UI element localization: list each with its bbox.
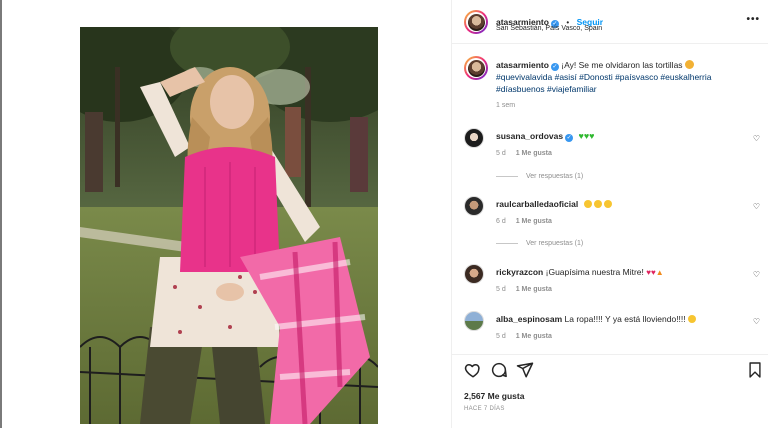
grimacing-emoji-icon (688, 315, 697, 323)
comment-body: ¡Guapísima nuestra Mitre! (545, 267, 644, 277)
heart-icon[interactable] (464, 361, 482, 379)
view-replies-button[interactable]: Ver respuestas (1) (496, 173, 583, 180)
caption-username[interactable]: atasarmiento (496, 60, 549, 70)
likes-count[interactable]: 2,567 Me gusta (464, 391, 524, 401)
verified-badge-icon: ✓ (565, 134, 574, 142)
comment-username[interactable]: susana_ordovas (496, 131, 563, 141)
view-replies-button[interactable]: Ver respuestas (1) (496, 240, 583, 247)
laughing-emoji-icon (583, 200, 592, 208)
laughing-emoji-icon (603, 200, 612, 208)
red-hearts-fire-emoji-icon: ♥♥ (646, 268, 656, 277)
author-avatar[interactable] (464, 10, 488, 34)
caption-text: ¡Ay! Se me olvidaron las tortillas (561, 60, 683, 70)
laughing-emoji-icon (593, 200, 602, 208)
comment-text: rickyrazcon ¡Guapísima nuestra Mitre! ♥♥… (496, 267, 746, 278)
view-replies-label: Ver respuestas (1) (526, 173, 584, 180)
post-photo[interactable] (80, 27, 378, 424)
comment-item: alba_espinosam La ropa!!!! Y ya está llo… (464, 311, 764, 351)
comment-likes[interactable]: 1 Me gusta (516, 286, 552, 293)
comment-avatar[interactable] (464, 311, 484, 331)
comment-meta: 5 d 1 Me gusta (496, 150, 552, 157)
comment-age: 5 d (496, 150, 506, 157)
bookmark-icon[interactable] (748, 361, 762, 379)
caption-avatar[interactable] (464, 56, 488, 80)
fire-emoji-icon: ▲ (655, 268, 664, 277)
comment-meta: 5 d 1 Me gusta (496, 333, 552, 340)
comment-meta: 6 d 1 Me gusta (496, 218, 552, 225)
hashtags-line-2[interactable]: #díasbuenos #viajefamiliar (496, 83, 756, 95)
instagram-post-window: atasarmiento ✓ • Seguir San Sebastián, Pa… (0, 0, 768, 428)
comment-text: raulcarballedaoficial (496, 199, 746, 210)
green-hearts-emoji-icon: ♥♥♥ (578, 131, 595, 141)
comment-age: 5 d (496, 333, 506, 340)
comment-likes[interactable]: 1 Me gusta (516, 333, 552, 340)
comment-like-heart-icon[interactable]: ♡ (753, 202, 760, 211)
comment-icon[interactable] (490, 361, 508, 379)
comment-like-heart-icon[interactable]: ♡ (753, 134, 760, 143)
comment-avatar[interactable] (464, 128, 484, 148)
post-time-ago: HACE 7 DÍAS (464, 406, 505, 412)
post-media-area (2, 0, 452, 428)
post-header: atasarmiento ✓ • Seguir San Sebastián, Pa… (452, 0, 768, 44)
comment-like-heart-icon[interactable]: ♡ (753, 270, 760, 279)
comment-username[interactable]: rickyrazcon (496, 267, 543, 277)
photo-illustration (80, 27, 378, 424)
hashtags-line-1[interactable]: #quevivalavida #asisí #Donosti #paísvasc… (496, 71, 756, 83)
comment-text: susana_ordovas ✓ ♥♥♥ (496, 131, 746, 142)
comment-body: La ropa!!!! Y ya está lloviendo!!!! (564, 314, 686, 324)
comment-age: 5 d (496, 286, 506, 293)
more-options-icon[interactable]: ••• (746, 14, 760, 25)
comment-likes[interactable]: 1 Me gusta (516, 218, 552, 225)
comment-age: 6 d (496, 218, 506, 225)
verified-badge-icon: ✓ (550, 63, 559, 71)
share-icon[interactable] (516, 361, 534, 379)
post-actions-bar: 2,567 Me gusta HACE 7 DÍAS (452, 354, 768, 428)
caption-block: atasarmiento ✓ ¡Ay! Se me olvidaron las t… (452, 44, 768, 124)
post-sidebar: atasarmiento ✓ • Seguir San Sebastián, Pa… (452, 0, 768, 428)
comment-username[interactable]: alba_espinosam (496, 314, 562, 324)
comment-username[interactable]: raulcarballedaoficial (496, 199, 578, 209)
comment-item: raulcarballedaoficial 6 d 1 Me gusta ♡ (464, 196, 764, 256)
person-emoji-icon (684, 60, 694, 69)
comment-item: rickyrazcon ¡Guapísima nuestra Mitre! ♥♥… (464, 264, 764, 304)
post-location[interactable]: San Sebastián, País Vasco, Spain (496, 25, 602, 32)
comment-text: alba_espinosam La ropa!!!! Y ya está llo… (496, 314, 746, 325)
view-replies-label: Ver respuestas (1) (526, 240, 584, 247)
caption-age: 1 sem (496, 102, 516, 109)
comment-like-heart-icon[interactable]: ♡ (753, 317, 760, 326)
comment-avatar[interactable] (464, 196, 484, 216)
caption-content: atasarmiento ✓ ¡Ay! Se me olvidaron las t… (496, 59, 756, 109)
comment-avatar[interactable] (464, 264, 484, 284)
comment-likes[interactable]: 1 Me gusta (516, 150, 552, 157)
comment-meta: 5 d 1 Me gusta (496, 286, 552, 293)
